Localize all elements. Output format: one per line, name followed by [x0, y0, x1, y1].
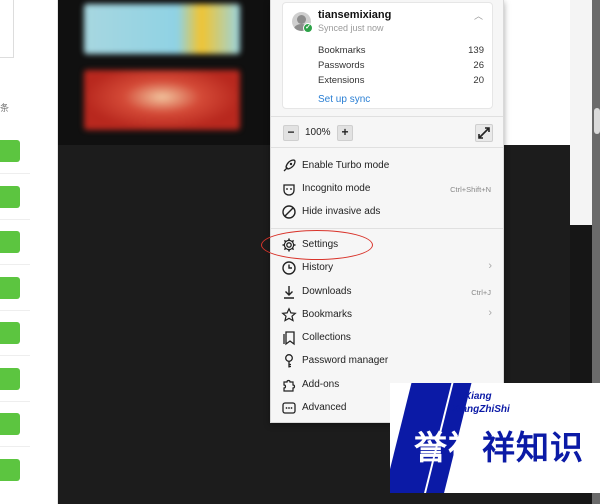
stat-count: 26 — [473, 60, 484, 71]
background-green-button[interactable] — [0, 186, 20, 208]
menu-item-label: Advanced — [302, 402, 347, 413]
menu-item-label: Collections — [302, 332, 351, 343]
scrollbar-thumb[interactable] — [594, 108, 600, 134]
sync-stat-bookmarks: Bookmarks 139 — [318, 45, 484, 56]
rocket-icon — [281, 158, 297, 174]
profile-username: tiansemixiang — [318, 9, 392, 21]
menu-item-history[interactable]: History › — [271, 257, 503, 279]
shortcut-hint: Ctrl+J — [471, 288, 491, 297]
background-green-button[interactable] — [0, 140, 20, 162]
shortcut-hint: Ctrl+Shift+N — [450, 185, 491, 194]
zoom-in-button[interactable]: + — [337, 125, 353, 141]
divider — [0, 401, 30, 402]
menu-item-label: Add-ons — [302, 379, 340, 390]
background-green-button[interactable] — [0, 277, 20, 299]
menu-item-incognito[interactable]: Incognito mode Ctrl+Shift+N — [271, 178, 503, 200]
chevron-up-icon[interactable]: ︿ — [474, 9, 483, 22]
fullscreen-icon — [478, 127, 490, 139]
background-text-fragment: 条 — [0, 103, 10, 113]
divider — [271, 228, 503, 229]
divider — [0, 264, 30, 265]
menu-item-hide-ads[interactable]: Hide invasive ads — [271, 201, 503, 223]
background-green-button[interactable] — [0, 322, 20, 344]
watermark-chinese-text: 誉祥祥知识 — [414, 421, 584, 469]
watermark-chinese-a: 誉祥 — [414, 428, 482, 467]
divider — [0, 219, 30, 220]
sync-stat-extensions: Extensions 20 — [318, 75, 484, 86]
download-icon — [281, 284, 297, 300]
block-icon — [281, 204, 297, 220]
stat-label: Extensions — [318, 75, 365, 86]
browser-main-menu: ✓ tiansemixiang Synced just now ︿ Bookma… — [270, 0, 504, 423]
background-green-button[interactable] — [0, 231, 20, 253]
stat-label: Bookmarks — [318, 45, 366, 56]
settings-highlight-annotation — [261, 230, 373, 260]
menu-item-label: Hide invasive ads — [302, 206, 381, 217]
menu-item-label: Downloads — [302, 286, 352, 297]
menu-item-password-manager[interactable]: Password manager — [271, 350, 503, 372]
key-icon — [281, 353, 297, 369]
sync-ok-icon: ✓ — [303, 23, 313, 33]
sync-stat-passwords: Passwords 26 — [318, 60, 484, 71]
watermark-text: XiangZhiShi — [452, 404, 510, 415]
menu-item-label: Enable Turbo mode — [302, 160, 390, 171]
divider — [0, 310, 30, 311]
menu-item-label: History — [302, 262, 334, 273]
stat-count: 20 — [473, 75, 484, 86]
clock-icon — [281, 260, 297, 276]
background-panel-edge — [0, 0, 14, 58]
menu-item-label: Password manager — [302, 355, 389, 366]
chevron-right-icon: › — [488, 307, 492, 319]
stat-label: Passwords — [318, 60, 365, 71]
star-icon — [281, 307, 297, 323]
more-icon — [281, 400, 297, 416]
divider — [271, 116, 503, 117]
setup-sync-link[interactable]: Set up sync — [318, 94, 370, 105]
watermark-logo: YuXiang XiangZhiShi 誉祥祥知识 — [390, 383, 600, 493]
menu-item-label: Incognito mode — [302, 183, 371, 194]
menu-item-collections[interactable]: Collections — [271, 327, 503, 349]
divider — [0, 355, 30, 356]
menu-item-bookmarks[interactable]: Bookmarks › — [271, 304, 503, 326]
blurred-banner-image — [84, 4, 240, 54]
background-page-left: 条 — [0, 0, 58, 504]
chevron-right-icon: › — [488, 260, 492, 272]
collections-icon — [281, 330, 297, 346]
fullscreen-button[interactable] — [475, 124, 493, 142]
menu-item-downloads[interactable]: Downloads Ctrl+J — [271, 281, 503, 303]
zoom-out-button[interactable]: − — [283, 125, 299, 141]
blurred-banner-image — [84, 70, 240, 130]
stat-count: 139 — [468, 45, 484, 56]
menu-item-turbo-mode[interactable]: Enable Turbo mode — [271, 155, 503, 177]
zoom-controls: − 100% + — [283, 124, 493, 142]
background-green-button[interactable] — [0, 459, 20, 481]
watermark-chinese-b: 祥知识 — [482, 428, 584, 467]
menu-item-label: Bookmarks — [302, 309, 353, 320]
incognito-icon — [281, 181, 297, 197]
divider — [0, 446, 30, 447]
divider — [0, 173, 30, 174]
watermark-text: YuXiang — [452, 391, 492, 402]
divider — [271, 147, 503, 148]
sync-status-text: Synced just now — [318, 23, 384, 33]
profile-card[interactable]: ✓ tiansemixiang Synced just now ︿ Bookma… — [282, 2, 493, 109]
background-green-button[interactable] — [0, 368, 20, 390]
zoom-level: 100% — [305, 127, 331, 138]
background-green-button[interactable] — [0, 413, 20, 435]
puzzle-icon — [281, 377, 297, 393]
